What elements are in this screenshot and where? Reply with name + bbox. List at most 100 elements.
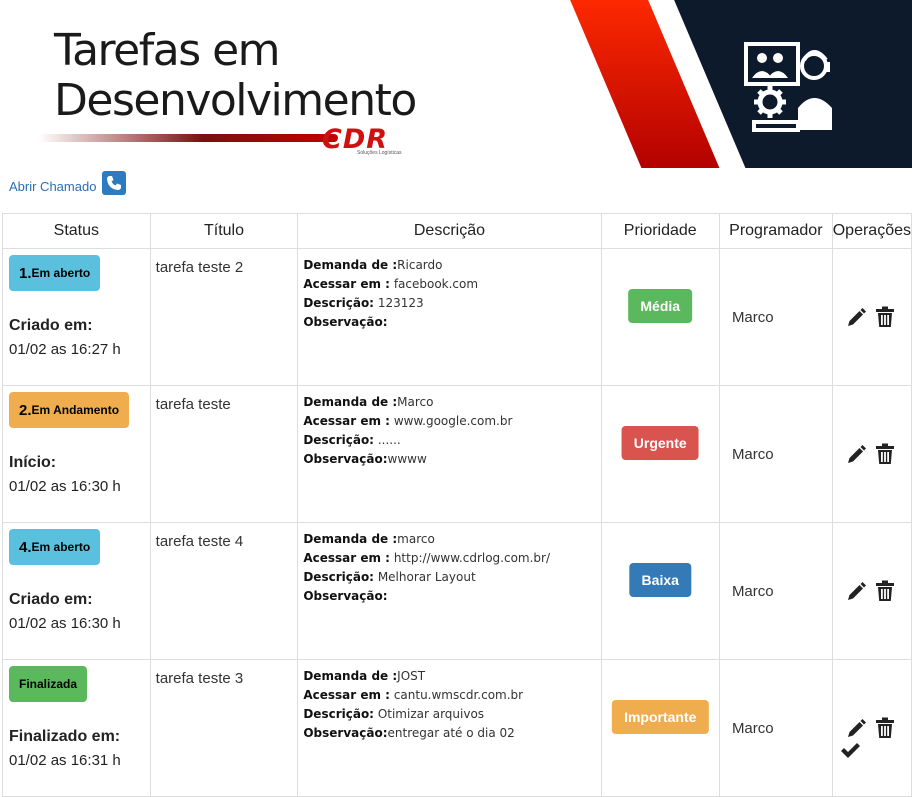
pencil-icon[interactable] — [845, 718, 867, 740]
access-value: facebook.com — [393, 277, 479, 291]
task-description: Demanda de :JOST Acessar em : cantu.wmsc… — [297, 659, 602, 797]
demand-label: Demanda de : — [303, 669, 398, 683]
open-ticket-link[interactable]: Abrir Chamado — [9, 171, 132, 198]
description-label: Descrição: — [303, 570, 374, 584]
support-team-icon — [744, 42, 832, 132]
priority-badge[interactable]: Urgente — [621, 426, 699, 460]
status-date-label: Criado em: — [9, 591, 93, 608]
description-value: Melhorar Layout — [377, 570, 476, 584]
status-text: Em aberto — [31, 540, 91, 554]
table-row: 1. Em aberto Criado em: 01/02 as 16:27 h … — [2, 248, 912, 386]
demand-line: Demanda de :Ricardo — [303, 256, 595, 275]
description-label: Descrição: — [303, 707, 374, 721]
status-badge[interactable]: 1. Em aberto — [9, 255, 101, 291]
description-value: 123123 — [377, 296, 424, 310]
status-date-label: Início: — [9, 454, 57, 471]
programmer-cell: Marco — [718, 522, 833, 660]
tasks-table: Status Título Descrição Prioridade Progr… — [2, 213, 912, 797]
access-value: http://www.cdrlog.com.br/ — [393, 551, 551, 565]
table-row: 4. Em aberto Criado em: 01/02 as 16:30 h … — [2, 522, 912, 660]
description-label: Descrição: — [303, 296, 374, 310]
priority-cell: Baixa — [600, 522, 720, 660]
description-line: Descrição: Melhorar Layout — [303, 568, 595, 587]
open-ticket-label: Abrir Chamado — [9, 178, 97, 194]
status-cell: 4. Em aberto Criado em: 01/02 as 16:30 h — [2, 522, 151, 660]
access-label: Acessar em : — [303, 414, 390, 428]
column-header-priority[interactable]: Prioridade — [600, 213, 720, 249]
priority-cell: Importante — [600, 659, 720, 797]
task-description: Demanda de :marco Acessar em : http://ww… — [297, 522, 602, 660]
demand-value: Marco — [397, 395, 434, 409]
column-header-title[interactable]: Título — [149, 213, 299, 249]
demand-line: Demanda de :marco — [303, 530, 595, 549]
trash-icon[interactable] — [875, 306, 895, 328]
status-cell: Finalizada Finalizado em: 01/02 as 16:31… — [2, 659, 151, 797]
task-title: tarefa teste 2 — [149, 248, 299, 386]
description-label: Descrição: — [303, 433, 374, 447]
observation-line: Observação: — [303, 587, 595, 606]
operations-cell — [831, 385, 912, 523]
status-date: 01/02 as 16:30 h — [9, 615, 121, 632]
access-line: Acessar em : http://www.cdrlog.com.br/ — [303, 549, 595, 568]
programmer-name: Marco — [731, 446, 774, 463]
header-banner: Tarefas em Desenvolvimento CDR Soluções … — [0, 0, 912, 168]
task-title: tarefa teste 3 — [149, 659, 299, 797]
programmer-name: Marco — [731, 720, 774, 737]
table-row: Finalizada Finalizado em: 01/02 as 16:31… — [2, 659, 912, 797]
status-text: Em Andamento — [31, 403, 120, 417]
check-icon[interactable] — [839, 742, 861, 760]
task-description: Demanda de :Marco Acessar em : www.googl… — [297, 385, 602, 523]
brand-swoosh — [38, 134, 338, 142]
status-cell: 1. Em aberto Criado em: 01/02 as 16:27 h — [2, 248, 151, 386]
status-date: 01/02 as 16:27 h — [9, 341, 121, 358]
status-text: Finalizada — [19, 677, 78, 691]
status-badge[interactable]: 4. Em aberto — [9, 529, 101, 565]
demand-label: Demanda de : — [303, 258, 398, 272]
trash-icon[interactable] — [875, 717, 895, 739]
operations-cell — [831, 659, 912, 797]
phone-icon[interactable] — [102, 171, 127, 195]
column-header-status[interactable]: Status — [2, 213, 151, 249]
demand-line: Demanda de :JOST — [303, 667, 595, 686]
observation-value: entregar até o dia 02 — [387, 726, 515, 740]
page-title: Tarefas em Desenvolvimento — [54, 26, 417, 126]
status-number: 1. — [19, 264, 32, 282]
operations-cell — [831, 522, 912, 660]
pencil-icon[interactable] — [845, 581, 867, 603]
demand-line: Demanda de :Marco — [303, 393, 595, 412]
observation-line: Observação: — [303, 313, 595, 332]
status-text: Em aberto — [31, 266, 91, 280]
status-number: 4. — [19, 538, 32, 556]
brand-tagline: Soluções Logísticas — [357, 150, 402, 156]
description-line: Descrição: Otimizar arquivos — [303, 705, 595, 724]
pencil-icon[interactable] — [845, 307, 867, 329]
priority-cell: Média — [600, 248, 720, 386]
access-line: Acessar em : facebook.com — [303, 275, 595, 294]
status-badge[interactable]: Finalizada — [9, 666, 88, 702]
status-badge[interactable]: 2. Em Andamento — [9, 392, 130, 428]
observation-label: Observação: — [303, 726, 388, 740]
page-title-line2: Desenvolvimento — [54, 75, 417, 126]
access-line: Acessar em : www.google.com.br — [303, 412, 595, 431]
status-date: 01/02 as 16:30 h — [9, 478, 121, 495]
task-title: tarefa teste 4 — [149, 522, 299, 660]
observation-label: Observação: — [303, 452, 388, 466]
table-row: 2. Em Andamento Início: 01/02 as 16:30 h … — [2, 385, 912, 523]
priority-badge[interactable]: Média — [628, 289, 693, 323]
description-line: Descrição: 123123 — [303, 294, 595, 313]
trash-icon[interactable] — [875, 443, 895, 465]
pencil-icon[interactable] — [845, 444, 867, 466]
column-header-programmer[interactable]: Programador — [718, 213, 833, 249]
priority-badge[interactable]: Importante — [612, 700, 709, 734]
demand-label: Demanda de : — [303, 395, 398, 409]
table-header-row: Status Título Descrição Prioridade Progr… — [2, 213, 912, 249]
trash-icon[interactable] — [875, 580, 895, 602]
access-line: Acessar em : cantu.wmscdr.com.br — [303, 686, 595, 705]
column-header-description[interactable]: Descrição — [297, 213, 602, 249]
priority-badge[interactable]: Baixa — [629, 563, 691, 597]
observation-line: Observação:wwww — [303, 450, 595, 469]
programmer-cell: Marco — [718, 385, 833, 523]
task-title: tarefa teste — [149, 385, 299, 523]
observation-label: Observação: — [303, 315, 388, 329]
description-value: Otimizar arquivos — [377, 707, 485, 721]
